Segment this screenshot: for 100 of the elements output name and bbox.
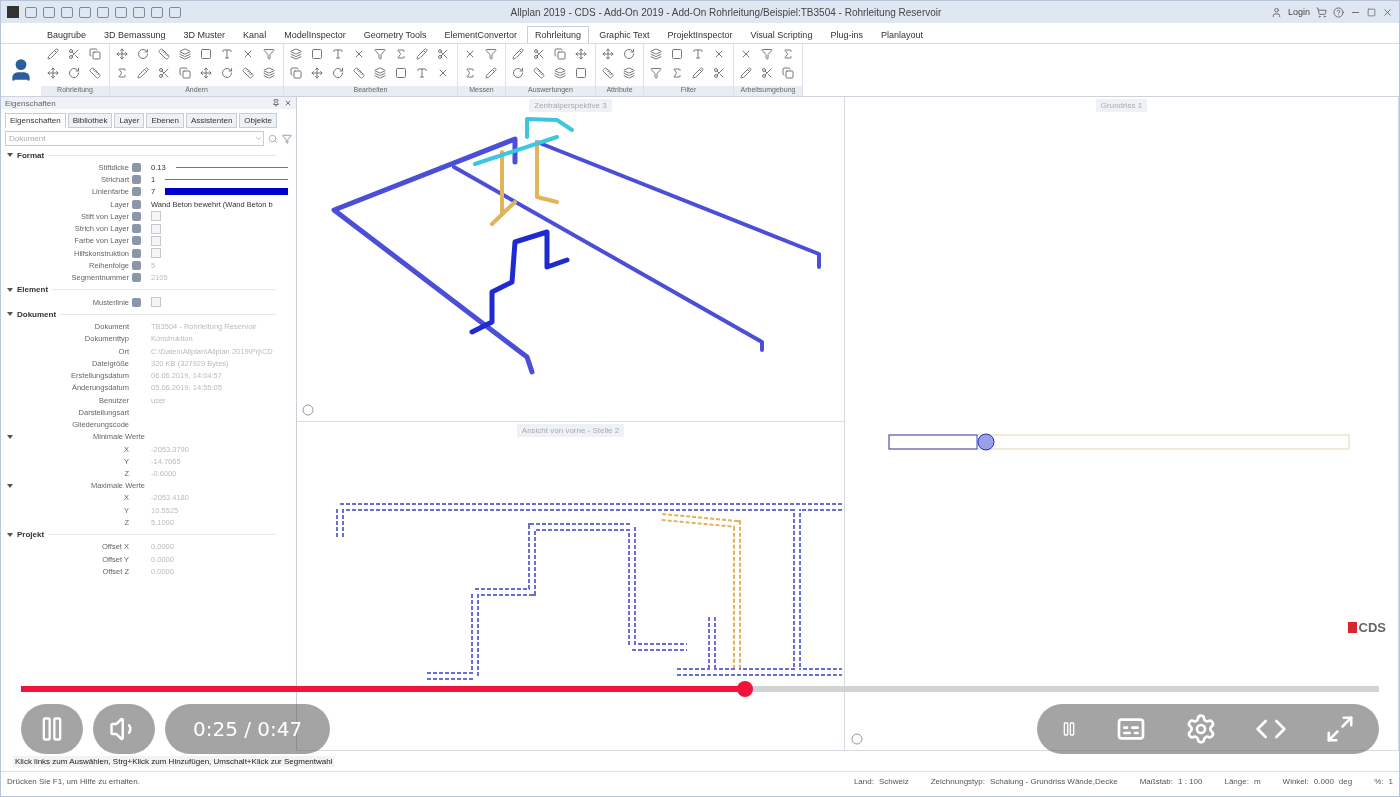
filter-icon[interactable] bbox=[759, 46, 775, 62]
expand-caret-icon[interactable] bbox=[7, 483, 13, 488]
pencil-icon[interactable] bbox=[414, 46, 430, 62]
layers-icon[interactable] bbox=[648, 46, 664, 62]
letter-icon[interactable] bbox=[690, 46, 706, 62]
checkbox[interactable] bbox=[151, 211, 161, 222]
panel-tab[interactable]: Assistenten bbox=[186, 113, 238, 128]
panel-tab[interactable]: Bibliothek bbox=[67, 113, 113, 128]
ribbon-tab[interactable]: 3D Bemassung bbox=[96, 26, 174, 43]
maximize-icon[interactable] bbox=[1367, 7, 1376, 17]
rotate-icon[interactable] bbox=[135, 46, 151, 62]
rotate-icon[interactable] bbox=[66, 65, 82, 81]
panel-tab[interactable]: Layer bbox=[114, 113, 145, 128]
help-icon[interactable] bbox=[1333, 6, 1344, 18]
pin-icon[interactable] bbox=[272, 99, 280, 107]
ruler-icon[interactable] bbox=[240, 65, 256, 81]
ribbon-tab[interactable]: Rohrleitung bbox=[527, 26, 590, 43]
pencil-icon[interactable] bbox=[738, 65, 754, 81]
checkbox[interactable] bbox=[151, 235, 161, 246]
layers-icon[interactable] bbox=[177, 46, 193, 62]
layers-icon[interactable] bbox=[372, 65, 388, 81]
close-icon[interactable] bbox=[1382, 6, 1393, 18]
pencil-icon[interactable] bbox=[510, 46, 526, 62]
filter-icon[interactable] bbox=[372, 46, 388, 62]
toolbar-icon[interactable] bbox=[151, 6, 163, 18]
ribbon-tab[interactable]: 3D Muster bbox=[175, 26, 234, 43]
ribbon-tab[interactable]: Graphic Text bbox=[591, 26, 658, 43]
square-icon[interactable] bbox=[393, 65, 409, 81]
ribbon-tab[interactable]: Plug-ins bbox=[822, 26, 871, 43]
pencil-icon[interactable] bbox=[483, 65, 499, 81]
letter-icon[interactable] bbox=[330, 46, 346, 62]
close-icon[interactable] bbox=[284, 99, 292, 107]
fullscreen-icon[interactable] bbox=[1325, 714, 1355, 744]
move-icon[interactable] bbox=[198, 65, 214, 81]
copy-icon[interactable] bbox=[288, 65, 304, 81]
layers-icon[interactable] bbox=[288, 46, 304, 62]
layers-icon[interactable] bbox=[261, 65, 277, 81]
move-icon[interactable] bbox=[45, 65, 61, 81]
ruler-icon[interactable] bbox=[531, 65, 547, 81]
ruler-icon[interactable] bbox=[600, 65, 616, 81]
ribbon-tab[interactable]: Baugrube bbox=[39, 26, 95, 43]
pencil-icon[interactable] bbox=[45, 46, 61, 62]
ruler-icon[interactable] bbox=[87, 65, 103, 81]
move-icon[interactable] bbox=[573, 46, 589, 62]
pencil-icon[interactable] bbox=[135, 65, 151, 81]
square-icon[interactable] bbox=[669, 46, 685, 62]
letter-icon[interactable] bbox=[414, 65, 430, 81]
layers-icon[interactable] bbox=[621, 65, 637, 81]
layers-icon[interactable] bbox=[552, 65, 568, 81]
filter-icon[interactable] bbox=[261, 46, 277, 62]
toolbar-icon[interactable] bbox=[61, 6, 73, 18]
ribbon-tab[interactable]: Visual Scripting bbox=[742, 26, 821, 43]
panel-tab[interactable]: Ebenen bbox=[146, 113, 184, 128]
move-icon[interactable] bbox=[114, 46, 130, 62]
toolbar-icon[interactable] bbox=[79, 6, 91, 18]
cart-icon[interactable] bbox=[1316, 6, 1327, 18]
expand-caret-icon[interactable] bbox=[7, 532, 13, 537]
square-icon[interactable] bbox=[198, 46, 214, 62]
toolbar-icon[interactable] bbox=[25, 6, 37, 18]
rotate-icon[interactable] bbox=[621, 46, 637, 62]
ruler-icon[interactable] bbox=[351, 65, 367, 81]
square-icon[interactable] bbox=[573, 65, 589, 81]
filter-icon[interactable] bbox=[648, 65, 664, 81]
progress-track[interactable] bbox=[21, 686, 1379, 692]
toolbar-icon[interactable] bbox=[169, 6, 181, 18]
copy-icon[interactable] bbox=[177, 65, 193, 81]
volume-button[interactable] bbox=[93, 704, 155, 754]
copy-icon[interactable] bbox=[780, 65, 796, 81]
letter-icon[interactable] bbox=[219, 46, 235, 62]
pencil-icon[interactable] bbox=[690, 65, 706, 81]
expand-caret-icon[interactable] bbox=[7, 434, 13, 439]
ribbon-tab[interactable]: Geometry Tools bbox=[355, 26, 435, 43]
rotate-icon[interactable] bbox=[510, 65, 526, 81]
expand-caret-icon[interactable] bbox=[7, 153, 13, 157]
panel-tab[interactable]: Objekte bbox=[239, 113, 277, 128]
move-icon[interactable] bbox=[600, 46, 616, 62]
copy-icon[interactable] bbox=[87, 46, 103, 62]
move-icon[interactable] bbox=[309, 65, 325, 81]
toolbar-icon[interactable] bbox=[133, 6, 145, 18]
rotate-icon[interactable] bbox=[330, 65, 346, 81]
settings-icon[interactable] bbox=[1185, 713, 1217, 745]
copy-icon[interactable] bbox=[552, 46, 568, 62]
checkbox[interactable] bbox=[151, 297, 161, 308]
panel-tab[interactable]: Eigenschaften bbox=[5, 113, 66, 128]
checkbox[interactable] bbox=[151, 223, 161, 234]
person-icon[interactable] bbox=[1270, 6, 1282, 18]
checkbox[interactable] bbox=[151, 248, 161, 259]
expand-caret-icon[interactable] bbox=[7, 312, 13, 317]
toolbar-icon[interactable] bbox=[43, 6, 55, 18]
ribbon-tab[interactable]: ProjektInspector bbox=[659, 26, 741, 43]
filter-icon[interactable] bbox=[282, 133, 292, 144]
ribbon-tab[interactable]: Planlayout bbox=[872, 26, 931, 43]
filter-icon[interactable] bbox=[483, 46, 499, 62]
pause-button[interactable] bbox=[21, 704, 83, 754]
progress-handle[interactable] bbox=[736, 681, 753, 697]
expand-caret-icon[interactable] bbox=[7, 287, 13, 292]
pause-icon[interactable] bbox=[1061, 721, 1077, 737]
ruler-icon[interactable] bbox=[156, 46, 172, 62]
ribbon-tab[interactable]: Kanal bbox=[235, 26, 275, 43]
square-icon[interactable] bbox=[309, 46, 325, 62]
